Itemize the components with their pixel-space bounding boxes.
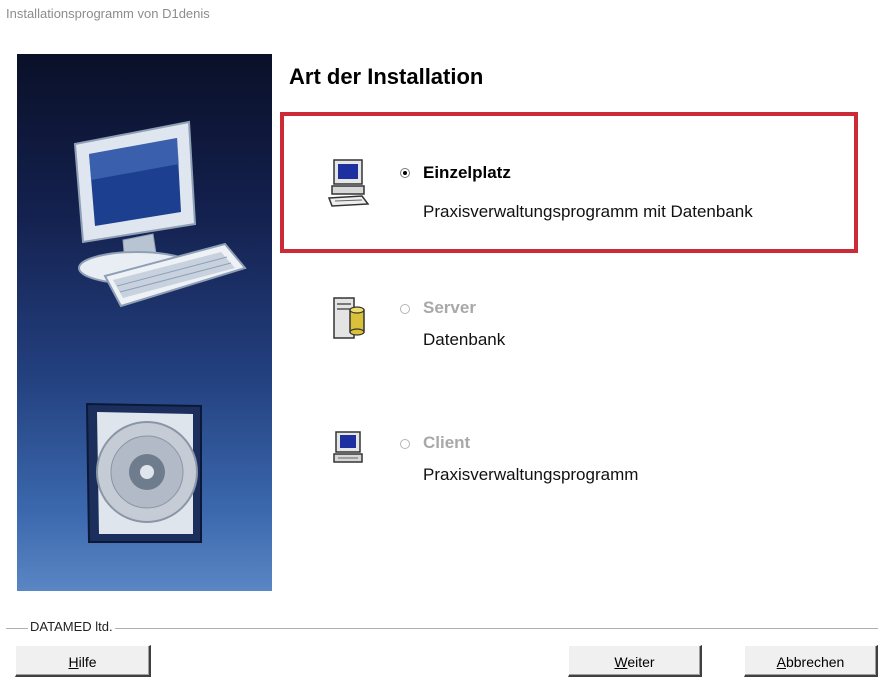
cancel-button-accel: A <box>776 654 786 670</box>
desktop-computer-icon <box>327 159 370 207</box>
client-computer-icon <box>333 431 363 463</box>
page-heading: Art der Installation <box>289 64 484 89</box>
option-desc-server: Datenbank <box>423 330 506 349</box>
radio-selected-dot <box>403 171 407 175</box>
option-desc-einzelplatz: Praxisverwaltungsprogramm mit Datenbank <box>423 202 753 221</box>
window-title: Installationsprogramm von D1denis <box>6 6 210 21</box>
next-button[interactable]: Weiter <box>568 645 702 677</box>
group-label: DATAMED ltd. <box>28 619 115 634</box>
group-separator <box>6 628 878 629</box>
radio-server[interactable] <box>400 304 410 314</box>
help-button-label: ilfe <box>78 654 97 670</box>
option-label-einzelplatz[interactable]: Einzelplatz <box>423 163 511 183</box>
option-desc-client: Praxisverwaltungsprogramm <box>423 465 639 484</box>
side-panel-artwork <box>17 54 272 591</box>
computer-cd-illustration <box>73 120 247 543</box>
next-button-label: eiter <box>627 654 655 670</box>
radio-client[interactable] <box>400 439 410 449</box>
option-label-client[interactable]: Client <box>423 433 470 453</box>
help-button-accel: H <box>68 654 79 670</box>
cd-case-icon <box>85 402 202 543</box>
cancel-button[interactable]: Abbrechen <box>744 645 878 677</box>
option-label-server[interactable]: Server <box>423 298 476 318</box>
server-database-icon <box>333 297 365 339</box>
cancel-button-label: bbrechen <box>785 654 845 670</box>
help-button[interactable]: Hilfe <box>15 645 151 677</box>
radio-einzelplatz[interactable] <box>400 168 410 178</box>
next-button-accel: W <box>614 654 628 670</box>
